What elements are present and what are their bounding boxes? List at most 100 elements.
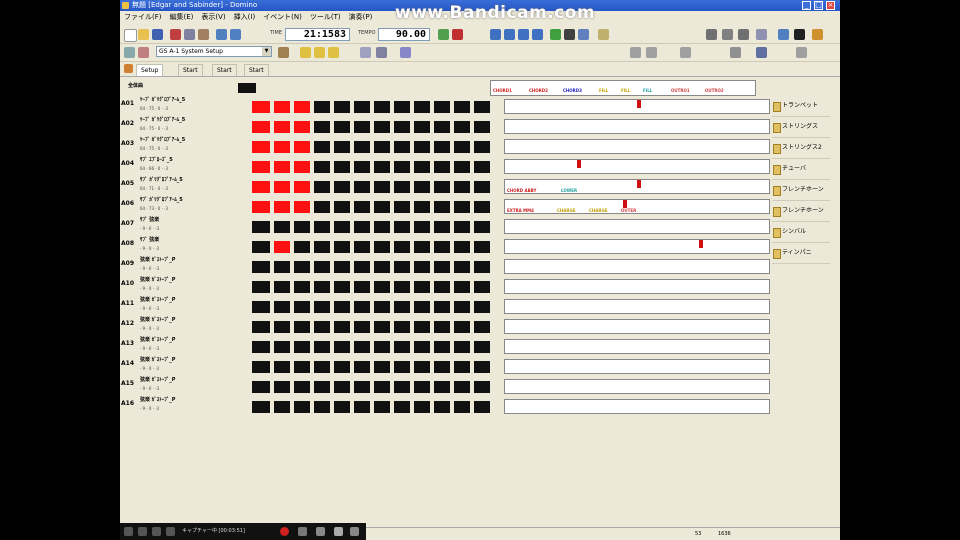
menu-view[interactable]: 表示(V) bbox=[197, 11, 229, 24]
new-file-icon[interactable] bbox=[124, 29, 137, 42]
param-cell[interactable] bbox=[334, 341, 350, 353]
param-cell[interactable] bbox=[354, 301, 370, 313]
instrument-item[interactable]: ティンパニ bbox=[772, 243, 830, 264]
note-keyboard[interactable] bbox=[504, 319, 770, 334]
active-cell[interactable] bbox=[252, 201, 270, 213]
track-row[interactable]: A11 弦楽 ｶﾞｽﾄｰﾌﾞ_P · 9 · 0 · ·3 bbox=[120, 296, 770, 316]
param-cell[interactable] bbox=[474, 341, 490, 353]
param-cell[interactable] bbox=[314, 201, 330, 213]
param-cell[interactable] bbox=[314, 141, 330, 153]
param-cell[interactable] bbox=[434, 181, 450, 193]
param-cell[interactable] bbox=[374, 301, 390, 313]
param-cell[interactable] bbox=[394, 121, 410, 133]
param-cell[interactable] bbox=[252, 301, 270, 313]
active-cell[interactable] bbox=[252, 181, 270, 193]
list-icon[interactable] bbox=[722, 29, 733, 40]
param-cell[interactable] bbox=[334, 201, 350, 213]
param-cell[interactable] bbox=[334, 401, 350, 413]
param-cell[interactable] bbox=[252, 221, 270, 233]
active-cell[interactable] bbox=[274, 101, 290, 113]
instrument-item[interactable]: トランペット bbox=[772, 96, 830, 117]
note-keyboard[interactable]: EXTRA MM4 CHARGE CHARGE OUTER bbox=[504, 199, 770, 214]
active-cell[interactable] bbox=[274, 121, 290, 133]
param-cell[interactable] bbox=[394, 281, 410, 293]
param-cell[interactable] bbox=[454, 121, 470, 133]
param-cell[interactable] bbox=[374, 381, 390, 393]
redo-icon[interactable] bbox=[230, 29, 241, 40]
forward-icon[interactable] bbox=[518, 29, 529, 40]
param-cell[interactable] bbox=[252, 381, 270, 393]
param-cell[interactable] bbox=[374, 361, 390, 373]
note-keyboard[interactable] bbox=[504, 359, 770, 374]
param-cell[interactable] bbox=[454, 161, 470, 173]
param-cell[interactable] bbox=[294, 281, 310, 293]
param-cell[interactable] bbox=[394, 141, 410, 153]
param-cell[interactable] bbox=[434, 201, 450, 213]
param-cell[interactable] bbox=[434, 361, 450, 373]
param-cell[interactable] bbox=[414, 341, 430, 353]
param-cell[interactable] bbox=[434, 241, 450, 253]
param-cell[interactable] bbox=[294, 381, 310, 393]
param-cell[interactable] bbox=[474, 161, 490, 173]
param-cell[interactable] bbox=[334, 361, 350, 373]
note-keyboard[interactable] bbox=[504, 299, 770, 314]
track-row[interactable]: A13 弦楽 ｶﾞｽﾄｰﾌﾞ_P · 9 · 0 · ·3 bbox=[120, 336, 770, 356]
param-cell[interactable] bbox=[434, 101, 450, 113]
param-cell[interactable] bbox=[252, 361, 270, 373]
param-cell[interactable] bbox=[414, 281, 430, 293]
param-cell[interactable] bbox=[314, 101, 330, 113]
menu-insert[interactable]: 挿入(I) bbox=[230, 11, 260, 24]
param-cell[interactable] bbox=[374, 261, 390, 273]
param-cell[interactable] bbox=[354, 401, 370, 413]
param-cell[interactable] bbox=[394, 261, 410, 273]
param-cell[interactable] bbox=[354, 241, 370, 253]
zoom-in-icon[interactable] bbox=[630, 47, 641, 58]
note-keyboard[interactable] bbox=[504, 339, 770, 354]
param-cell[interactable] bbox=[354, 161, 370, 173]
port-icon[interactable] bbox=[124, 47, 135, 58]
param-cell[interactable] bbox=[454, 261, 470, 273]
param-cell[interactable] bbox=[394, 201, 410, 213]
instrument-item[interactable]: フレンチホーン bbox=[772, 180, 830, 201]
param-cell[interactable] bbox=[474, 101, 490, 113]
active-cell[interactable] bbox=[274, 201, 290, 213]
active-cell[interactable] bbox=[294, 121, 310, 133]
param-cell[interactable] bbox=[274, 301, 290, 313]
param-cell[interactable] bbox=[274, 361, 290, 373]
param-cell[interactable] bbox=[434, 301, 450, 313]
menu-event[interactable]: イベント(N) bbox=[259, 11, 306, 24]
hand-icon[interactable] bbox=[314, 47, 325, 58]
undo-icon[interactable] bbox=[216, 29, 227, 40]
param-cell[interactable] bbox=[414, 141, 430, 153]
track-row[interactable]: A10 弦楽 ｶﾞｽﾄｰﾌﾞ_P · 9 · 0 · ·3 bbox=[120, 276, 770, 296]
menu-file[interactable]: ファイル(F) bbox=[120, 11, 166, 24]
param-cell[interactable] bbox=[252, 401, 270, 413]
maximize-button[interactable]: □ bbox=[814, 1, 823, 10]
param-cell[interactable] bbox=[252, 241, 270, 253]
menu-play[interactable]: 演奏(P) bbox=[345, 11, 377, 24]
param-cell[interactable] bbox=[434, 381, 450, 393]
param-cell[interactable] bbox=[334, 301, 350, 313]
param-cell[interactable] bbox=[354, 201, 370, 213]
active-cell[interactable] bbox=[274, 161, 290, 173]
target-icon[interactable] bbox=[166, 527, 175, 536]
record-icon[interactable] bbox=[452, 29, 463, 40]
param-cell[interactable] bbox=[274, 221, 290, 233]
param-cell[interactable] bbox=[414, 121, 430, 133]
track-row[interactable]: A16 弦楽 ｶﾞｽﾄｰﾌﾞ_P · 9 · 0 · ·3 bbox=[120, 396, 770, 416]
param-cell[interactable] bbox=[474, 261, 490, 273]
note-keyboard[interactable] bbox=[504, 119, 770, 134]
param-cell[interactable] bbox=[434, 401, 450, 413]
param-cell[interactable] bbox=[354, 321, 370, 333]
param-cell[interactable] bbox=[274, 341, 290, 353]
param-cell[interactable] bbox=[334, 101, 350, 113]
grid-icon[interactable] bbox=[706, 29, 717, 40]
loop-icon[interactable] bbox=[532, 29, 543, 40]
track-row[interactable]: A02 ｹｰﾌﾞ ｶﾞﾘｸﾞﾛﾌﾞｱｰﾑ_5 64 · 75 · 0 · ·3 bbox=[120, 116, 770, 136]
param-cell[interactable] bbox=[334, 261, 350, 273]
param-cell[interactable] bbox=[294, 401, 310, 413]
param-cell[interactable] bbox=[314, 341, 330, 353]
param-cell[interactable] bbox=[294, 221, 310, 233]
param-cell[interactable] bbox=[454, 181, 470, 193]
param-cell[interactable] bbox=[414, 101, 430, 113]
